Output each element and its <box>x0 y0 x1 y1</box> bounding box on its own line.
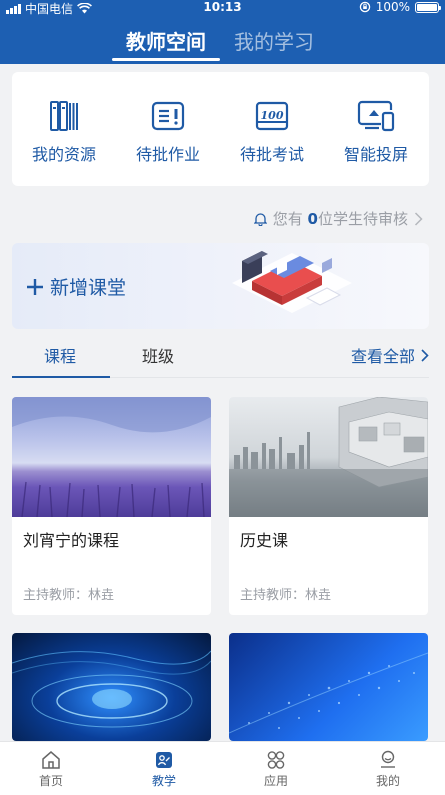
action-pending-exams[interactable]: 100 待批考试 <box>220 100 324 165</box>
pending-count: 0 <box>307 210 318 228</box>
battery-group: 100% <box>359 0 441 14</box>
action-smart-cast[interactable]: 智能投屏 <box>324 100 428 165</box>
status-bar: 中国电信 10:13 100% <box>0 0 445 16</box>
tab-courses[interactable]: 课程 <box>44 343 76 367</box>
notice-prefix: 您有 <box>272 210 303 228</box>
course-cover-lavender <box>12 397 211 517</box>
action-my-resources[interactable]: 我的资源 <box>12 100 116 165</box>
action-label: 智能投屏 <box>343 145 408 164</box>
nav-label: 首页 <box>38 774 63 788</box>
city-texture <box>229 397 428 517</box>
new-class-banner[interactable]: 新增课堂 <box>12 243 429 329</box>
action-label: 待批考试 <box>239 145 304 164</box>
home-icon <box>42 751 60 769</box>
nav-teaching[interactable]: 教学 <box>134 750 194 789</box>
course-cover-city <box>229 397 428 517</box>
active-tab-indicator <box>12 376 110 378</box>
nav-profile[interactable]: 我的 <box>358 750 418 789</box>
view-all-link[interactable]: 查看全部 <box>351 343 429 367</box>
lavender-texture <box>12 397 211 517</box>
battery-icon <box>415 1 441 13</box>
quick-actions-panel: 我的资源 待批作业 100 待批考试 智能投屏 <box>12 72 429 186</box>
plus-icon <box>27 278 43 295</box>
course-card[interactable]: 刘宵宁的课程 主持教师：林垚 <box>12 397 211 615</box>
course-title: 刘宵宁的课程 <box>23 531 120 550</box>
battery-percent: 100% <box>375 0 410 14</box>
nav-label: 应用 <box>263 774 288 788</box>
rotation-lock-icon <box>359 1 370 13</box>
notice-suffix: 位学生待审核 <box>317 210 408 228</box>
course-card[interactable] <box>12 633 211 741</box>
action-label: 我的资源 <box>31 145 96 164</box>
active-tab-indicator <box>112 58 220 61</box>
apps-icon <box>267 751 285 769</box>
space-tabs: 教师空间 我的学习 <box>0 26 445 64</box>
nav-apps[interactable]: 应用 <box>246 750 306 789</box>
course-card[interactable] <box>229 633 428 741</box>
add-class-label: 新增课堂 <box>50 277 127 299</box>
digital-texture <box>229 652 428 734</box>
teaching-icon <box>156 752 172 768</box>
bottom-navigation: 首页 教学 应用 我的 <box>0 741 445 795</box>
add-class-button[interactable]: 新增课堂 <box>26 273 126 300</box>
screen-cast-icon <box>357 100 395 132</box>
svg-text:100: 100 <box>261 109 284 122</box>
chevron-right-icon <box>421 348 429 362</box>
tab-teacher-space[interactable]: 教师空间 <box>126 26 206 55</box>
bell-icon <box>253 212 267 226</box>
action-pending-homework[interactable]: 待批作业 <box>116 100 220 165</box>
course-cover-digital <box>229 633 428 741</box>
course-title: 历史课 <box>240 531 289 550</box>
course-card[interactable]: 历史课 主持教师：林垚 <box>229 397 428 615</box>
course-teacher: 主持教师：林垚 <box>240 588 332 603</box>
action-label: 待批作业 <box>135 145 200 164</box>
nav-home[interactable]: 首页 <box>21 750 81 789</box>
chevron-right-icon <box>414 211 423 226</box>
nav-label: 教学 <box>151 774 176 788</box>
pending-students-notice[interactable]: 您有 0位学生待审核 <box>253 208 423 229</box>
isometric-illustration <box>232 251 352 313</box>
homework-icon <box>151 101 185 131</box>
view-all-label: 查看全部 <box>350 347 415 366</box>
course-class-tabs: 课程 班级 查看全部 <box>12 336 429 378</box>
tech-ring-texture <box>12 650 211 728</box>
app-header: 中国电信 10:13 100% 教师空间 我的学习 <box>0 0 445 64</box>
tab-my-study[interactable]: 我的学习 <box>234 26 314 55</box>
course-teacher: 主持教师：林垚 <box>23 588 115 603</box>
books-icon <box>50 101 78 131</box>
course-cover-tech-ring <box>12 633 211 741</box>
tab-classes[interactable]: 班级 <box>142 343 174 367</box>
exam-icon: 100 <box>255 101 289 131</box>
nav-label: 我的 <box>375 774 400 788</box>
profile-icon <box>381 750 395 768</box>
